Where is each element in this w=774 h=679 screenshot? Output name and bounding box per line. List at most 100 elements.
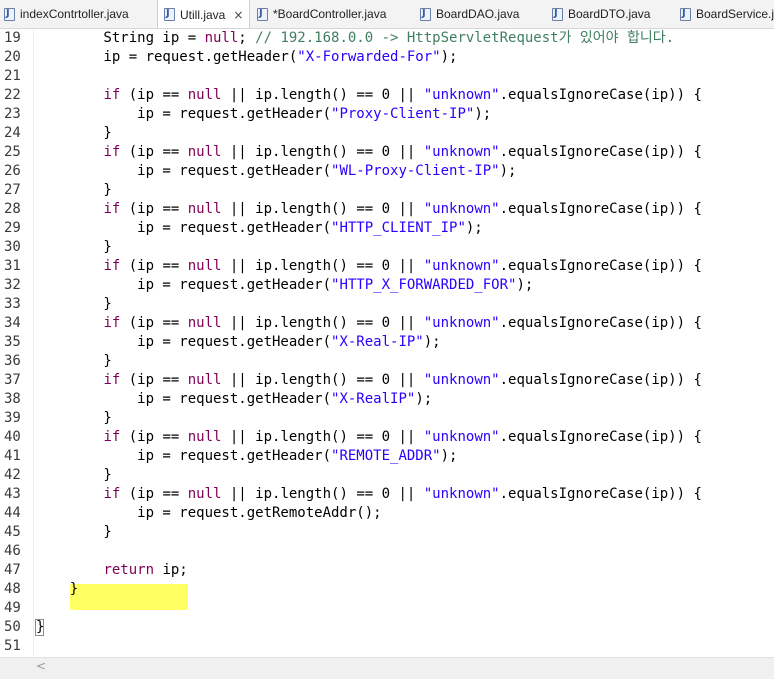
code-token: (ip == xyxy=(120,372,188,388)
code-text: } xyxy=(36,295,111,314)
horizontal-scrollbar[interactable]: < xyxy=(0,657,774,679)
code-token: ); xyxy=(465,220,483,236)
code-text: } xyxy=(36,124,111,143)
code-line[interactable]: 21 xyxy=(0,67,774,86)
code-token: || ip.length() == 0 || xyxy=(221,315,424,331)
tab-utill[interactable]: Utill.java × xyxy=(157,0,250,28)
code-line[interactable]: 35 ip = request.getHeader("X-Real-IP"); xyxy=(0,333,774,352)
code-token: ); xyxy=(499,163,517,179)
code-line[interactable]: 40 if (ip == null || ip.length() == 0 ||… xyxy=(0,428,774,447)
code-line[interactable]: 24 } xyxy=(0,124,774,143)
string-token: "unknown" xyxy=(423,315,500,331)
code-line[interactable]: 41 ip = request.getHeader("REMOTE_ADDR")… xyxy=(0,447,774,466)
keyword-token: null xyxy=(187,315,222,331)
keyword-token: return xyxy=(103,562,155,578)
code-token: ); xyxy=(440,49,458,65)
line-number: 46 xyxy=(4,543,21,559)
code-line[interactable]: 43 if (ip == null || ip.length() == 0 ||… xyxy=(0,485,774,504)
code-token: .equalsIgnoreCase(ip)) { xyxy=(499,429,702,445)
code-token: ip = request.getHeader( xyxy=(36,277,332,293)
code-token: ); xyxy=(440,448,458,464)
code-line[interactable]: 23 ip = request.getHeader("Proxy-Client-… xyxy=(0,105,774,124)
code-line[interactable]: 28 if (ip == null || ip.length() == 0 ||… xyxy=(0,200,774,219)
string-token: "X-Forwarded-For" xyxy=(297,49,441,65)
tab-board-service[interactable]: BoardService.ja xyxy=(680,0,774,28)
code-line[interactable]: 29 ip = request.getHeader("HTTP_CLIENT_I… xyxy=(0,219,774,238)
line-number: 36 xyxy=(4,353,21,369)
code-line[interactable]: 37 if (ip == null || ip.length() == 0 ||… xyxy=(0,371,774,390)
code-text: } xyxy=(36,618,44,637)
code-line[interactable]: 25 if (ip == null || ip.length() == 0 ||… xyxy=(0,143,774,162)
tab-index-contrtoller[interactable]: indexContrtoller.java xyxy=(2,0,152,28)
code-line[interactable]: 36 } xyxy=(0,352,774,371)
code-text: ip = request.getHeader("HTTP_X_FORWARDED… xyxy=(36,276,533,295)
line-number: 19 xyxy=(4,30,21,46)
code-line[interactable]: 46 xyxy=(0,542,774,561)
code-token: .equalsIgnoreCase(ip)) { xyxy=(499,315,702,331)
tab-board-controller[interactable]: *BoardController.java xyxy=(257,0,415,28)
code-token: .equalsIgnoreCase(ip)) { xyxy=(499,486,702,502)
code-line[interactable]: 51 xyxy=(0,637,774,656)
code-token: ip = request.getRemoteAddr(); xyxy=(36,505,382,521)
code-line[interactable]: 31 if (ip == null || ip.length() == 0 ||… xyxy=(0,257,774,276)
keyword-token: null xyxy=(187,372,222,388)
keyword-token: if xyxy=(103,87,121,103)
string-token: "Proxy-Client-IP" xyxy=(331,106,475,122)
code-token: .equalsIgnoreCase(ip)) { xyxy=(499,144,702,160)
code-line[interactable]: 20 ip = request.getHeader("X-Forwarded-F… xyxy=(0,48,774,67)
code-line[interactable]: 32 ip = request.getHeader("HTTP_X_FORWAR… xyxy=(0,276,774,295)
code-text: ip = request.getHeader("X-RealIP"); xyxy=(36,390,432,409)
code-text: } xyxy=(36,409,111,428)
line-number: 43 xyxy=(4,486,21,502)
line-number: 37 xyxy=(4,372,21,388)
line-number: 48 xyxy=(4,581,21,597)
string-token: "unknown" xyxy=(423,144,500,160)
tab-label: *BoardController.java xyxy=(273,7,387,21)
scroll-left-icon[interactable]: < xyxy=(36,659,46,673)
tab-label: Utill.java xyxy=(180,7,226,22)
code-line[interactable]: 44 ip = request.getRemoteAddr(); xyxy=(0,504,774,523)
code-line[interactable]: 47 return ip; xyxy=(0,561,774,580)
string-token: "unknown" xyxy=(423,201,500,217)
keyword-token: null xyxy=(204,30,239,46)
keyword-token: if xyxy=(103,486,121,502)
code-line[interactable]: 27 } xyxy=(0,181,774,200)
java-file-icon xyxy=(420,7,431,21)
code-line[interactable]: 26 ip = request.getHeader("WL-Proxy-Clie… xyxy=(0,162,774,181)
code-line[interactable]: 45 } xyxy=(0,523,774,542)
code-line[interactable]: 38 ip = request.getHeader("X-RealIP"); xyxy=(0,390,774,409)
line-number: 42 xyxy=(4,467,21,483)
line-number: 29 xyxy=(4,220,21,236)
code-line[interactable]: 39 } xyxy=(0,409,774,428)
code-line[interactable]: 30 } xyxy=(0,238,774,257)
code-line[interactable]: 22 if (ip == null || ip.length() == 0 ||… xyxy=(0,86,774,105)
code-token: ip = request.getHeader( xyxy=(36,391,332,407)
tab-label: BoardDAO.java xyxy=(436,7,520,21)
line-number: 31 xyxy=(4,258,21,274)
code-text: ip = request.getHeader("X-Forwarded-For"… xyxy=(36,48,457,67)
code-editor[interactable]: 19 String ip = null; // 192.168.0.0 -> H… xyxy=(0,29,774,657)
code-token: ip = request.getHeader( xyxy=(36,163,332,179)
string-token: "WL-Proxy-Client-IP" xyxy=(331,163,500,179)
code-line[interactable]: 34 if (ip == null || ip.length() == 0 ||… xyxy=(0,314,774,333)
code-line[interactable]: 50} xyxy=(0,618,774,637)
tab-board-dao[interactable]: BoardDAO.java xyxy=(420,0,544,28)
code-token: ); xyxy=(474,106,492,122)
code-line[interactable]: 42 } xyxy=(0,466,774,485)
code-line[interactable]: 19 String ip = null; // 192.168.0.0 -> H… xyxy=(0,29,774,48)
code-token: } xyxy=(36,524,112,540)
java-file-icon xyxy=(680,7,691,21)
tab-board-dto[interactable]: BoardDTO.java xyxy=(552,0,674,28)
code-token: ip = request.getHeader( xyxy=(36,220,332,236)
code-line[interactable]: 49 xyxy=(0,599,774,618)
code-token: ); xyxy=(516,277,534,293)
string-token: "X-Real-IP" xyxy=(331,334,424,350)
code-line[interactable]: 33 } xyxy=(0,295,774,314)
close-icon[interactable]: × xyxy=(233,8,243,22)
string-token: "unknown" xyxy=(423,87,500,103)
code-line[interactable]: 48 } xyxy=(0,580,774,599)
code-text: if (ip == null || ip.length() == 0 || "u… xyxy=(36,86,701,105)
code-token: } xyxy=(36,353,112,369)
